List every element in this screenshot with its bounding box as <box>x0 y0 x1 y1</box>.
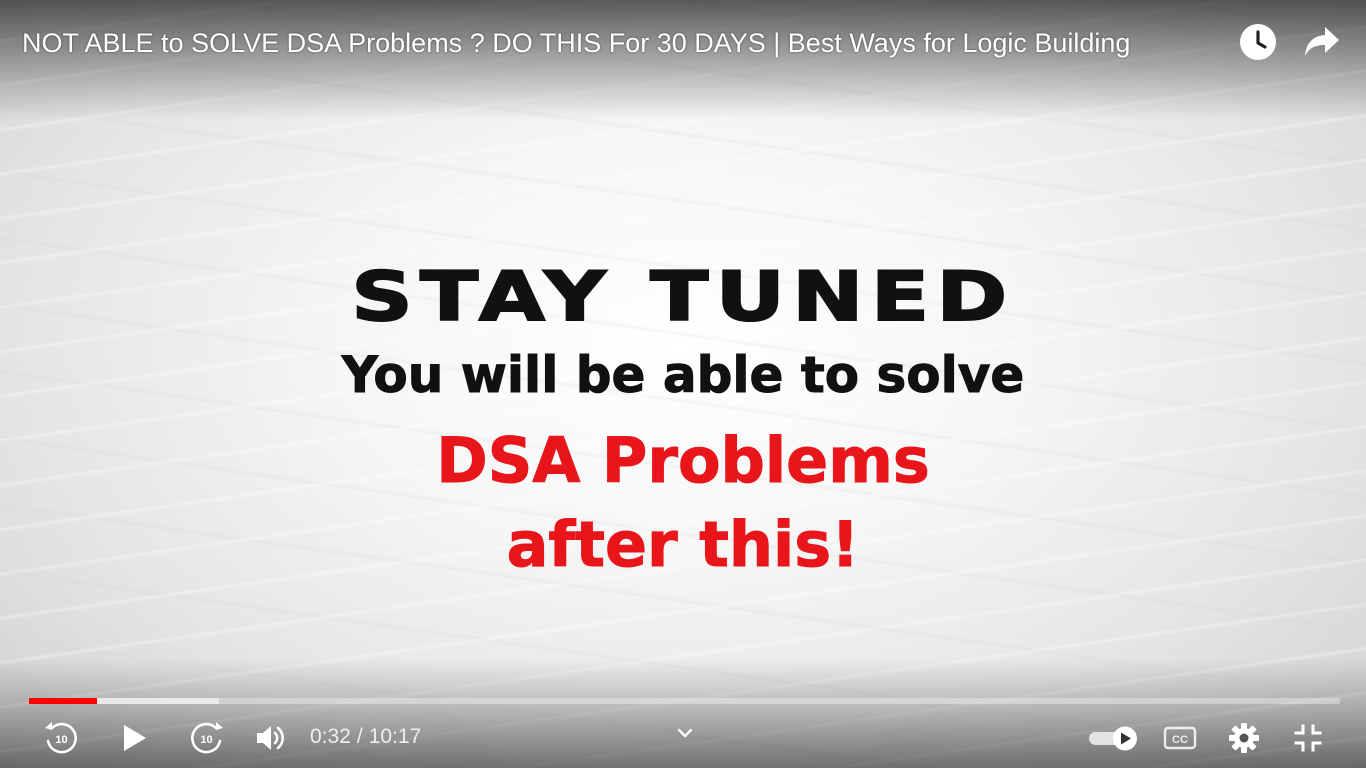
rewind-seconds-label: 10 <box>55 734 67 746</box>
overlay-line-2: You will be able to solve <box>341 346 1025 405</box>
chapters-button[interactable] <box>672 720 698 746</box>
time-separator: / <box>356 725 363 748</box>
forward-10-button[interactable]: 10 <box>186 716 228 760</box>
current-time: 0:32 <box>310 725 351 748</box>
exit-fullscreen-icon <box>1294 724 1322 752</box>
video-title[interactable]: NOT ABLE to SOLVE DSA Problems ? DO THIS… <box>22 24 1222 62</box>
forward-10-icon: 10 <box>191 722 223 754</box>
autoplay-toggle-icon <box>1089 726 1137 751</box>
autoplay-toggle[interactable] <box>1084 716 1142 760</box>
settings-button[interactable] <box>1224 716 1264 760</box>
time-display: 0:32/10:17 <box>310 722 421 752</box>
progress-played <box>29 698 97 704</box>
cc-icon: CC <box>1163 726 1197 750</box>
captions-button[interactable]: CC <box>1160 716 1200 760</box>
volume-button[interactable] <box>252 716 288 760</box>
exit-fullscreen-button[interactable] <box>1288 716 1328 760</box>
rewind-10-icon: 10 <box>45 722 77 754</box>
rewind-10-button[interactable]: 10 <box>40 716 82 760</box>
progress-bar[interactable] <box>29 698 1340 704</box>
overlay-line-3: DSA Problems <box>436 424 931 498</box>
volume-icon <box>257 726 284 750</box>
chevron-down-icon <box>677 728 693 738</box>
duration: 10:17 <box>368 725 422 748</box>
video-player[interactable]: STAY TUNED You will be able to solve DSA… <box>0 0 1366 768</box>
clock-icon[interactable] <box>1238 22 1278 62</box>
overlay-headline: STAY TUNED <box>350 257 1015 338</box>
forward-seconds-label: 10 <box>200 734 212 746</box>
play-icon <box>124 725 146 751</box>
svg-text:CC: CC <box>1172 734 1188 746</box>
gear-icon <box>1229 723 1259 753</box>
play-button[interactable] <box>114 716 154 760</box>
overlay-line-4: after this! <box>506 508 860 582</box>
share-arrow-icon[interactable] <box>1302 22 1342 62</box>
